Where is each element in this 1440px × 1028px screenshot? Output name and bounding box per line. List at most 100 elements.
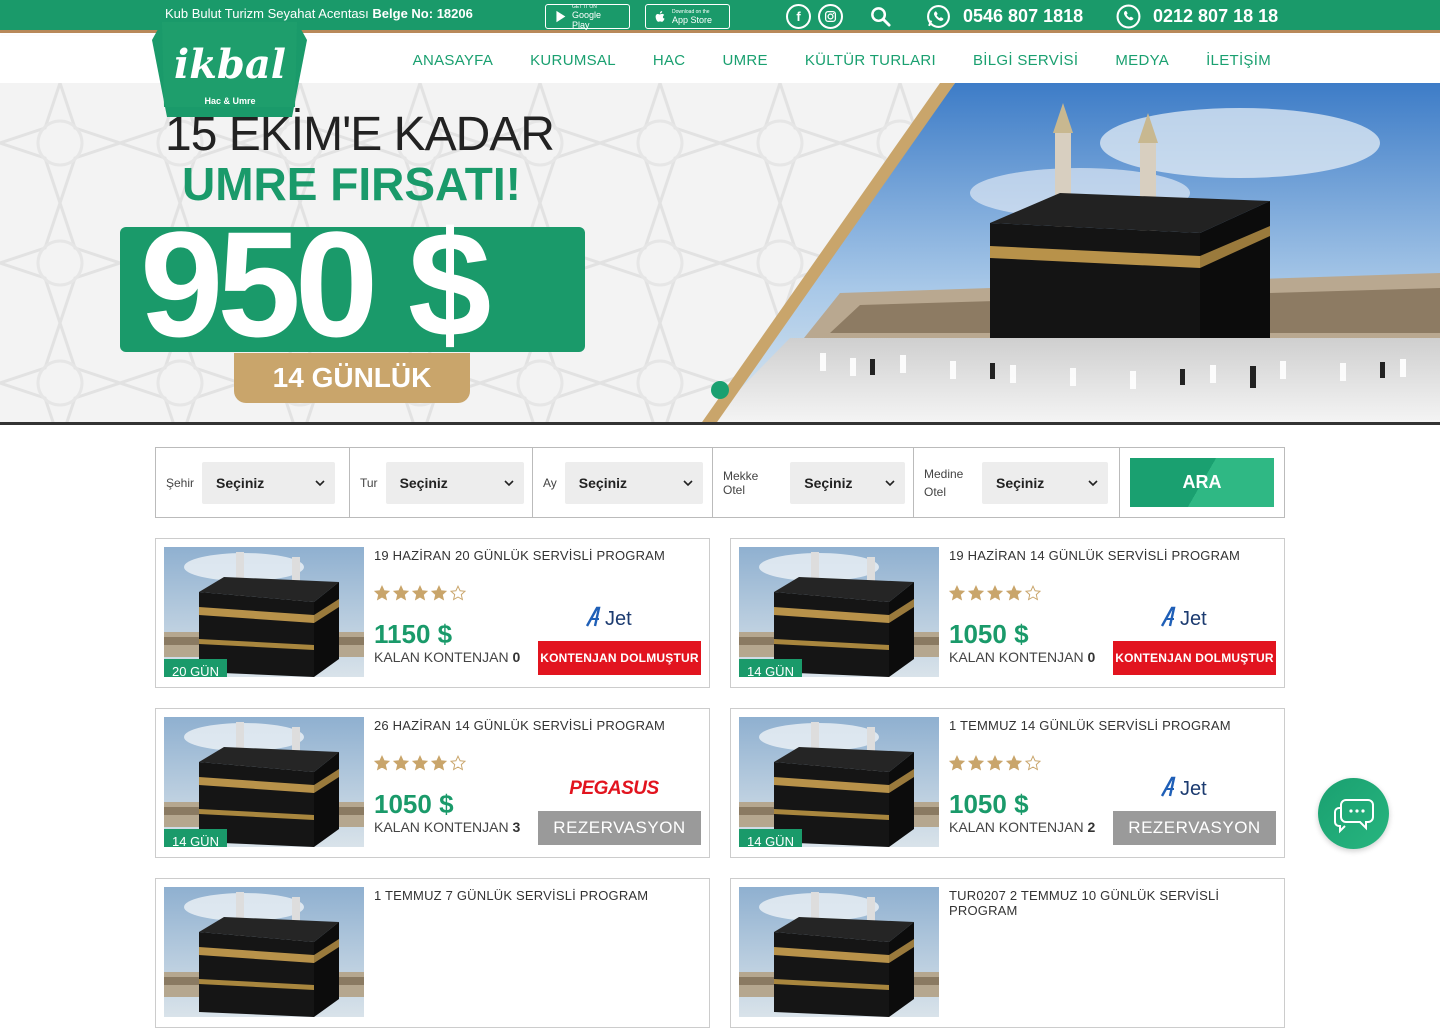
medina-hotel-select[interactable]: Seçiniz xyxy=(982,461,1108,504)
search-icon[interactable] xyxy=(869,5,892,28)
star-filled-icon xyxy=(393,585,409,601)
program-days-badge: 14 GÜN xyxy=(739,659,802,677)
star-filled-icon xyxy=(968,585,984,601)
program-card[interactable]: TUR0207 2 TEMMUZ 10 GÜNLÜK SERVİSLİ PROG… xyxy=(730,878,1285,1028)
chevron-down-icon xyxy=(885,479,895,486)
program-card[interactable]: 14 GÜN 26 HAZİRAN 14 GÜNLÜK SERVİSLİ PROG… xyxy=(155,708,710,858)
program-image[interactable] xyxy=(164,887,364,1017)
star-filled-icon xyxy=(949,755,965,771)
program-title[interactable]: 19 HAZİRAN 20 GÜNLÜK SERVİSLİ PROGRAM xyxy=(374,548,665,563)
star-filled-icon xyxy=(1006,585,1022,601)
nav-anasayfa[interactable]: ANASAYFA xyxy=(413,52,493,69)
remaining-quota: KALAN KONTENJAN 2 xyxy=(949,819,1095,835)
chevron-down-icon xyxy=(683,479,693,486)
hotel-rating xyxy=(374,755,466,771)
google-play-label: Google Play xyxy=(572,9,602,30)
tour-label: Tur xyxy=(360,475,378,490)
nav-bilgi-servisi[interactable]: BİLGİ SERVİSİ xyxy=(973,52,1078,69)
search-button[interactable]: ARA xyxy=(1130,458,1274,507)
ajet-logo: Jet xyxy=(1160,776,1207,799)
nav-iletisim[interactable]: İLETİŞİM xyxy=(1206,52,1271,69)
program-title[interactable]: 1 TEMMUZ 7 GÜNLÜK SERVİSLİ PROGRAM xyxy=(374,888,648,903)
logo-subtext: Hac & Umre xyxy=(204,96,255,106)
whatsapp-number: 0546 807 1818 xyxy=(963,6,1084,26)
program-card[interactable]: 14 GÜN 1 TEMMUZ 14 GÜNLÜK SERVİSLİ PROGRA… xyxy=(730,708,1285,858)
nav-umre[interactable]: UMRE xyxy=(722,52,767,69)
nav-medya[interactable]: MEDYA xyxy=(1115,52,1169,69)
program-image[interactable]: 14 GÜN xyxy=(739,717,939,847)
whatsapp-icon xyxy=(927,5,950,28)
google-play-button[interactable]: GET IT ON Google Play xyxy=(545,4,630,30)
slider-dot[interactable] xyxy=(711,381,729,399)
reservation-button[interactable]: REZERVASYON xyxy=(538,811,701,845)
quota-label: KALAN KONTENJAN xyxy=(374,819,509,835)
program-title[interactable]: 19 HAZİRAN 14 GÜNLÜK SERVİSLİ PROGRAM xyxy=(949,548,1240,563)
quota-full-button[interactable]: KONTENJAN DOLMUŞTUR xyxy=(538,641,701,675)
mecca-hotel-label: Mekke Otel xyxy=(723,468,759,497)
month-select[interactable]: Seçiniz xyxy=(564,461,703,504)
hero-price: 950 $ xyxy=(140,200,491,368)
program-price: 1050 $ xyxy=(949,619,1029,649)
program-card[interactable]: 1 TEMMUZ 7 GÜNLÜK SERVİSLİ PROGRAM xyxy=(155,878,710,1028)
star-filled-icon xyxy=(412,585,428,601)
reservation-button[interactable]: REZERVASYON xyxy=(1113,811,1276,845)
app-store-label: App Store xyxy=(672,14,713,25)
svg-text:Jet: Jet xyxy=(1180,778,1207,799)
mecca-hotel-select[interactable]: Seçiniz xyxy=(790,461,905,504)
program-image[interactable]: 14 GÜN xyxy=(739,547,939,677)
agency-info: Kub Bulut Turizm Seyahat Acentası Belge … xyxy=(165,6,473,21)
quota-value: 0 xyxy=(512,649,521,665)
star-filled-icon xyxy=(987,585,1003,601)
city-select-value: Seçiniz xyxy=(216,474,265,491)
search-tour: Tur Seçiniz xyxy=(350,448,533,517)
program-card[interactable]: 20 GÜN 19 HAZİRAN 20 GÜNLÜK SERVİSLİ PROG… xyxy=(155,538,710,688)
app-store-button[interactable]: Download on the App Store xyxy=(645,4,730,29)
ajet-logo: Jet xyxy=(585,606,632,629)
quota-label: KALAN KONTENJAN xyxy=(374,649,509,665)
facebook-icon[interactable]: f xyxy=(786,4,811,29)
program-card[interactable]: 14 GÜN 19 HAZİRAN 14 GÜNLÜK SERVİSLİ PROG… xyxy=(730,538,1285,688)
whatsapp-phone[interactable]: 0546 807 1818 xyxy=(926,4,1083,29)
svg-text:Jet: Jet xyxy=(605,608,632,629)
mecca-hotel-select-value: Seçiniz xyxy=(804,474,853,491)
program-title[interactable]: TUR0207 2 TEMMUZ 10 GÜNLÜK SERVİSLİ PROG… xyxy=(949,888,1284,918)
program-title[interactable]: 26 HAZİRAN 14 GÜNLÜK SERVİSLİ PROGRAM xyxy=(374,718,665,733)
quota-value: 3 xyxy=(512,819,521,835)
kaaba-thumbnail xyxy=(739,547,939,677)
main-phone[interactable]: 0212 807 18 18 xyxy=(1116,4,1278,29)
program-title[interactable]: 1 TEMMUZ 14 GÜNLÜK SERVİSLİ PROGRAM xyxy=(949,718,1231,733)
quota-value: 0 xyxy=(1087,649,1096,665)
star-filled-icon xyxy=(968,755,984,771)
hotel-rating xyxy=(374,585,466,601)
program-image[interactable]: 14 GÜN xyxy=(164,717,364,847)
hero-banner[interactable]: 15 EKİM'E KADAR UMRE FIRSATI! 950 $ 14 G… xyxy=(0,83,1440,425)
remaining-quota: KALAN KONTENJAN 0 xyxy=(949,649,1095,665)
nav-hac[interactable]: HAC xyxy=(653,52,686,69)
search-city: Şehir Seçiniz xyxy=(156,448,350,517)
live-chat-button[interactable] xyxy=(1318,778,1389,849)
instagram-icon[interactable] xyxy=(818,4,843,29)
license-number: Belge No: 18206 xyxy=(372,6,473,21)
apple-icon xyxy=(655,10,665,22)
search-medina-hotel: Medine Otel Seçiniz xyxy=(914,448,1120,517)
program-image[interactable] xyxy=(739,887,939,1017)
quota-value: 2 xyxy=(1087,819,1096,835)
nav-kultur-turlari[interactable]: KÜLTÜR TURLARI xyxy=(805,52,936,69)
search-month: Ay Seçiniz xyxy=(533,448,713,517)
play-store-icon xyxy=(556,10,566,23)
chevron-down-icon xyxy=(504,479,514,486)
kaaba-thumbnail xyxy=(164,717,364,847)
kaaba-thumbnail xyxy=(739,717,939,847)
tour-select[interactable]: Seçiniz xyxy=(385,461,524,504)
logo-text: ikbal xyxy=(174,41,286,88)
chevron-down-icon xyxy=(1088,479,1098,486)
nav-kurumsal[interactable]: KURUMSAL xyxy=(530,52,616,69)
quota-full-button[interactable]: KONTENJAN DOLMUŞTUR xyxy=(1113,641,1276,675)
city-select[interactable]: Seçiniz xyxy=(202,461,336,504)
site-logo[interactable]: ikbal Hac & Umre xyxy=(152,22,307,117)
city-label: Şehir xyxy=(166,475,195,490)
program-image[interactable]: 20 GÜN xyxy=(164,547,364,677)
program-days-badge: 20 GÜN xyxy=(164,659,227,677)
star-filled-icon xyxy=(987,755,1003,771)
month-select-value: Seçiniz xyxy=(578,474,628,491)
